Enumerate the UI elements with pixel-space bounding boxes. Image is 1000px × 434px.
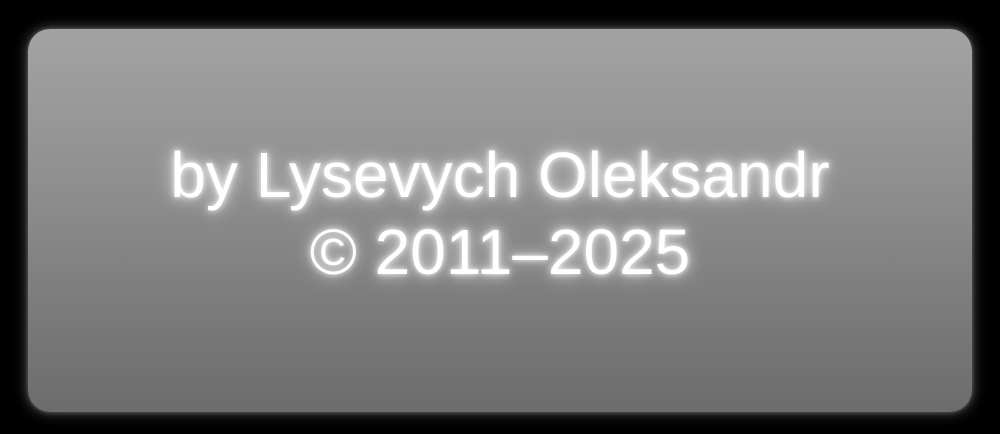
about-overlay: by Lysevych Oleksandr © 2011–2025 <box>0 0 1000 434</box>
copyright-line: © 2011–2025 <box>309 215 691 288</box>
credits-text: by Lysevych Oleksandr © 2011–2025 <box>170 137 829 291</box>
credits-panel: by Lysevych Oleksandr © 2011–2025 <box>28 29 972 412</box>
author-line: by Lysevych Oleksandr <box>170 138 830 211</box>
